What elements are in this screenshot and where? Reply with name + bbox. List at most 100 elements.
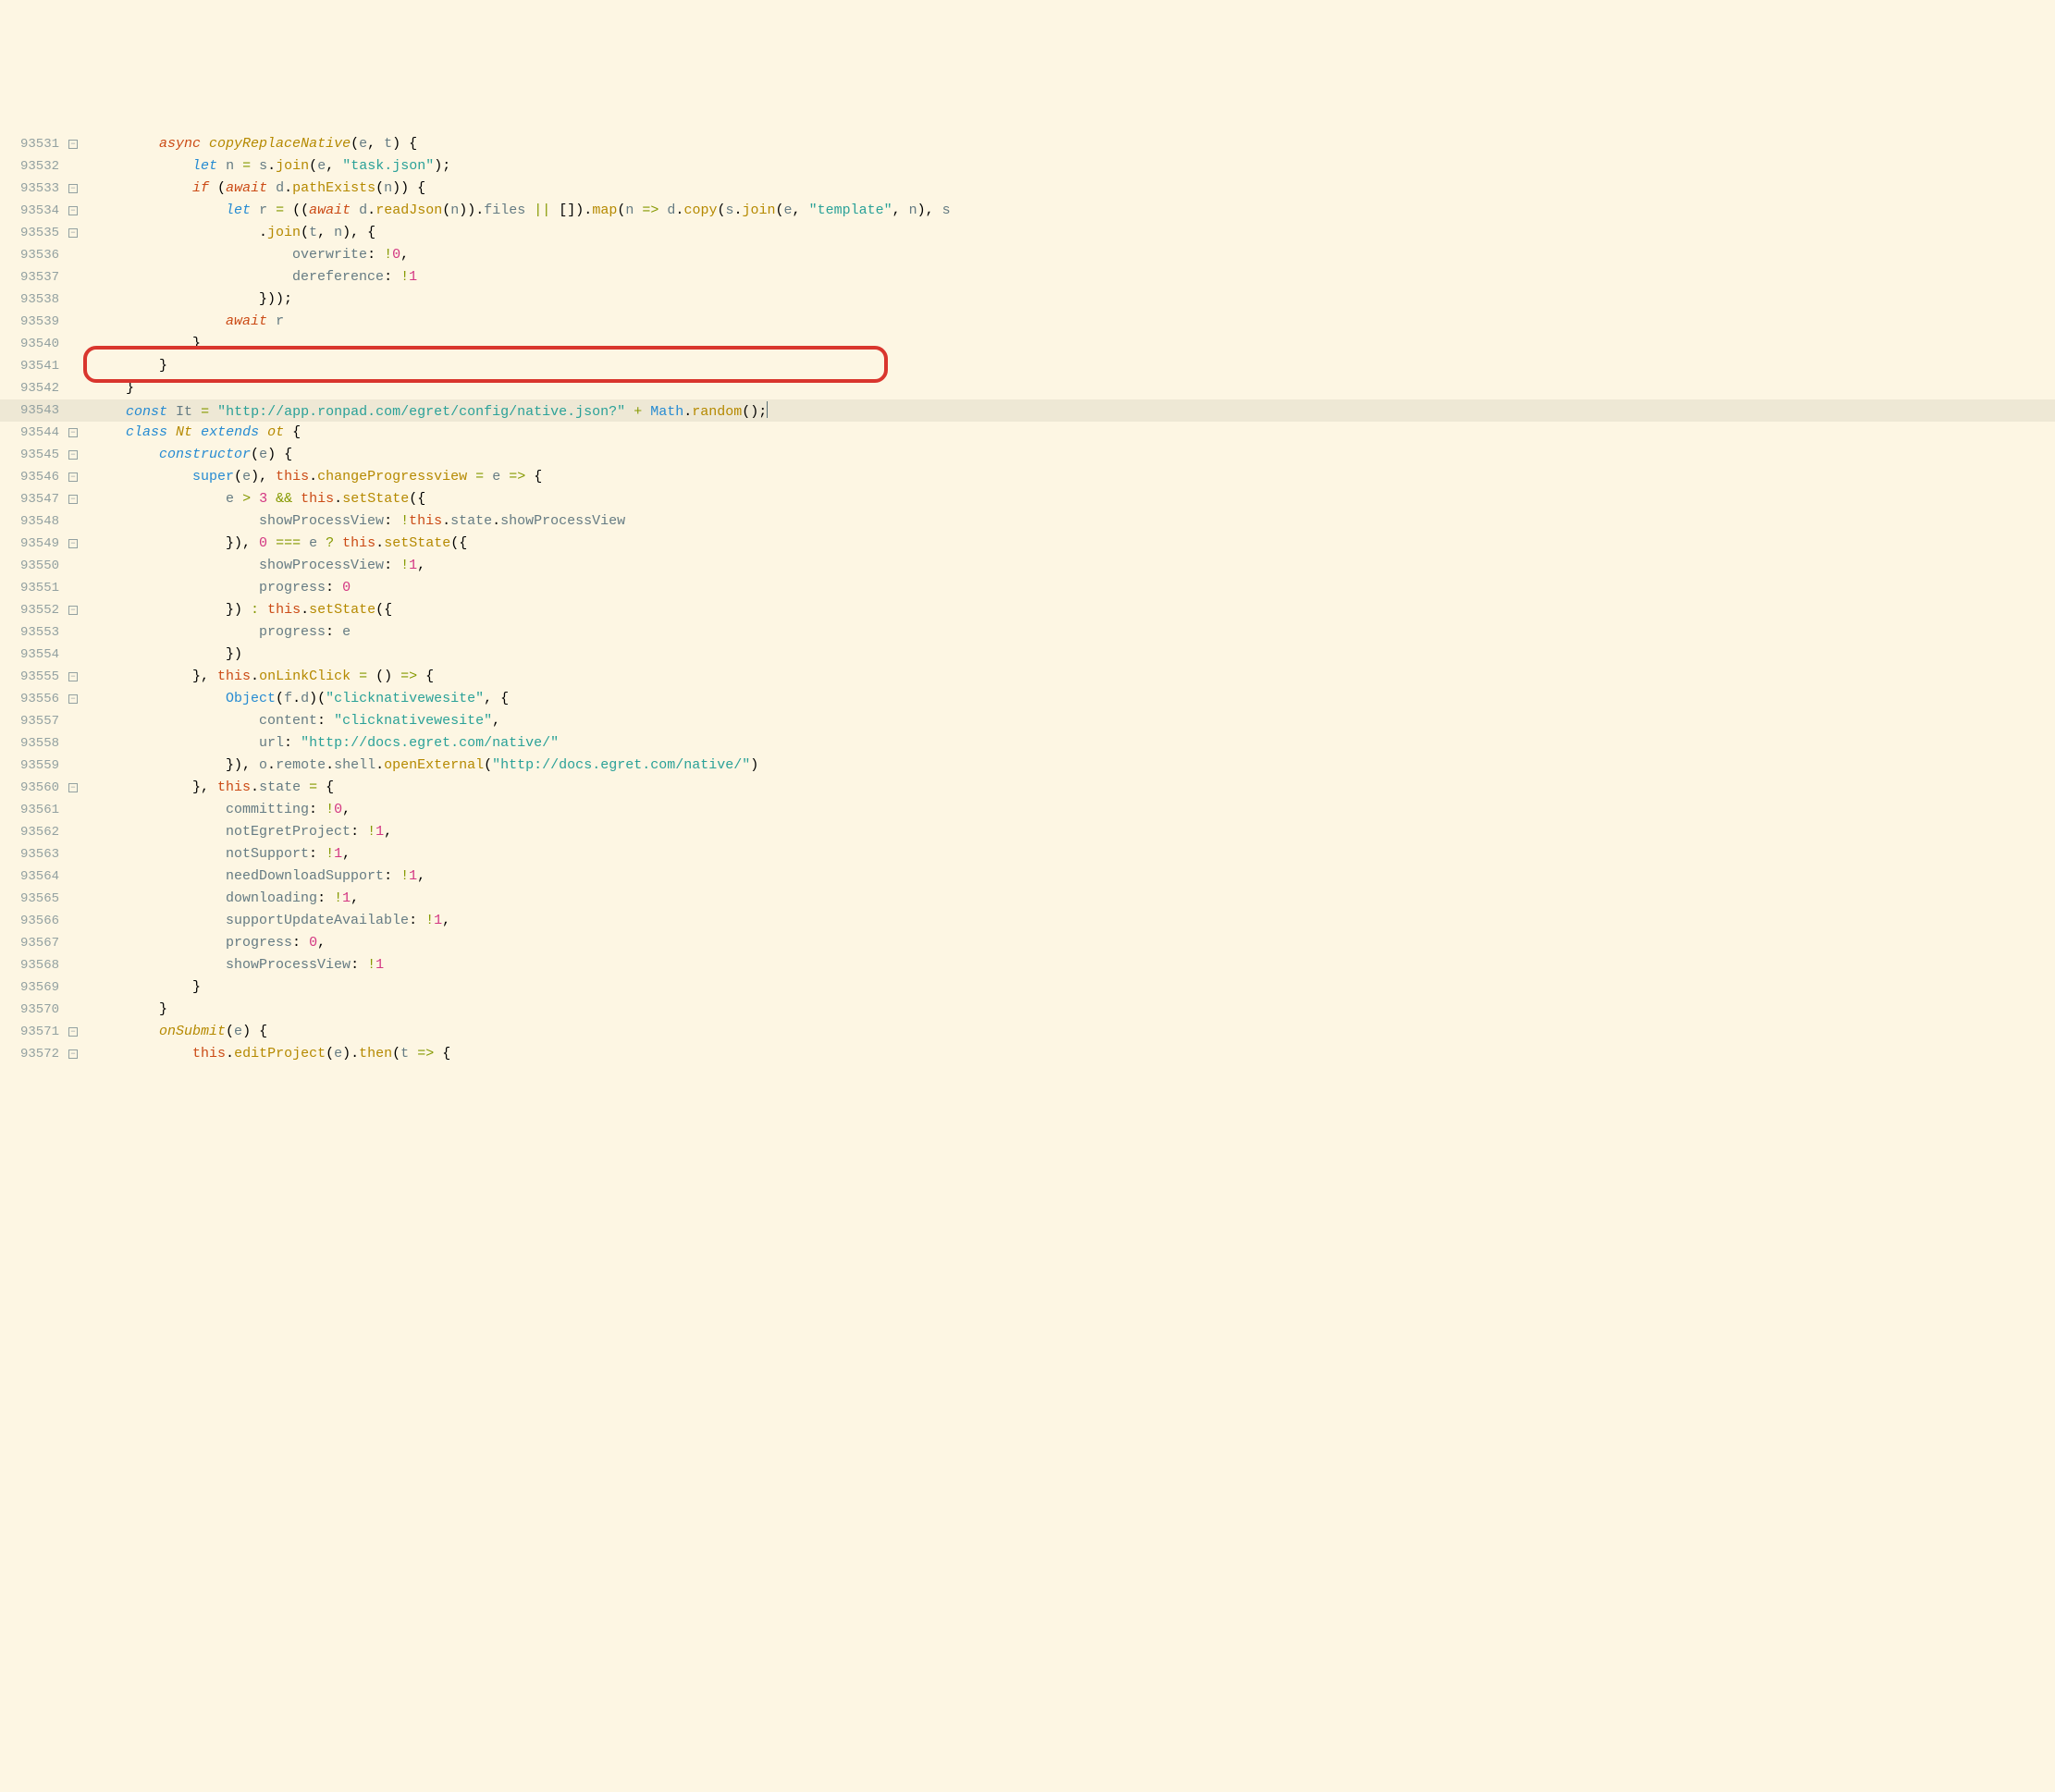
- code-content[interactable]: content: "clicknativewesite",: [92, 710, 2055, 732]
- code-content[interactable]: constructor(e) {: [92, 444, 2055, 466]
- code-content[interactable]: Object(f.d)("clicknativewesite", {: [92, 688, 2055, 710]
- code-content[interactable]: committing: !0,: [92, 799, 2055, 821]
- code-line[interactable]: 93569 }: [0, 976, 2055, 999]
- code-content[interactable]: progress: e: [92, 621, 2055, 644]
- code-content[interactable]: supportUpdateAvailable: !1,: [92, 910, 2055, 932]
- code-content[interactable]: showProcessView: !1,: [92, 555, 2055, 577]
- code-line[interactable]: 93566 supportUpdateAvailable: !1,: [0, 910, 2055, 932]
- code-line[interactable]: 93545− constructor(e) {: [0, 444, 2055, 466]
- code-content[interactable]: }: [92, 999, 2055, 1021]
- code-line[interactable]: 93563 notSupport: !1,: [0, 843, 2055, 865]
- fold-collapse-icon[interactable]: −: [68, 495, 78, 504]
- code-content[interactable]: let r = ((await d.readJson(n)).files || …: [92, 200, 2055, 222]
- code-content[interactable]: needDownloadSupport: !1,: [92, 865, 2055, 888]
- fold-collapse-icon[interactable]: −: [68, 783, 78, 792]
- code-line[interactable]: 93546− super(e), this.changeProgressview…: [0, 466, 2055, 488]
- code-line[interactable]: 93540 }: [0, 333, 2055, 355]
- fold-gutter[interactable]: −: [65, 783, 81, 792]
- fold-gutter[interactable]: −: [65, 184, 81, 193]
- code-line[interactable]: 93557 content: "clicknativewesite",: [0, 710, 2055, 732]
- fold-gutter[interactable]: −: [65, 606, 81, 615]
- fold-collapse-icon[interactable]: −: [68, 694, 78, 704]
- fold-gutter[interactable]: −: [65, 1049, 81, 1059]
- code-content[interactable]: }), o.remote.shell.openExternal("http://…: [92, 755, 2055, 777]
- code-content[interactable]: notEgretProject: !1,: [92, 821, 2055, 843]
- code-content[interactable]: }: [92, 333, 2055, 355]
- code-line[interactable]: 93551 progress: 0: [0, 577, 2055, 599]
- fold-collapse-icon[interactable]: −: [68, 1049, 78, 1059]
- code-content[interactable]: class Nt extends ot {: [92, 422, 2055, 444]
- fold-collapse-icon[interactable]: −: [68, 473, 78, 482]
- code-line[interactable]: 93570 }: [0, 999, 2055, 1021]
- code-content[interactable]: async copyReplaceNative(e, t) {: [92, 133, 2055, 155]
- code-line[interactable]: 93548 showProcessView: !this.state.showP…: [0, 510, 2055, 533]
- code-line[interactable]: 93535− .join(t, n), {: [0, 222, 2055, 244]
- code-line[interactable]: 93562 notEgretProject: !1,: [0, 821, 2055, 843]
- code-content[interactable]: let n = s.join(e, "task.json");: [92, 155, 2055, 178]
- fold-collapse-icon[interactable]: −: [68, 184, 78, 193]
- fold-gutter[interactable]: −: [65, 473, 81, 482]
- code-line[interactable]: 93564 needDownloadSupport: !1,: [0, 865, 2055, 888]
- fold-collapse-icon[interactable]: −: [68, 450, 78, 460]
- fold-collapse-icon[interactable]: −: [68, 672, 78, 681]
- code-content[interactable]: downloading: !1,: [92, 888, 2055, 910]
- code-content[interactable]: this.editProject(e).then(t => {: [92, 1043, 2055, 1065]
- fold-collapse-icon[interactable]: −: [68, 539, 78, 548]
- fold-gutter[interactable]: −: [65, 428, 81, 437]
- code-line[interactable]: 93544− class Nt extends ot {: [0, 422, 2055, 444]
- code-line[interactable]: 93537 dereference: !1: [0, 266, 2055, 288]
- code-line[interactable]: 93534− let r = ((await d.readJson(n)).fi…: [0, 200, 2055, 222]
- code-content[interactable]: }));: [92, 288, 2055, 311]
- fold-gutter[interactable]: −: [65, 539, 81, 548]
- code-line[interactable]: 93553 progress: e: [0, 621, 2055, 644]
- code-content[interactable]: overwrite: !0,: [92, 244, 2055, 266]
- fold-gutter[interactable]: −: [65, 228, 81, 238]
- code-content[interactable]: if (await d.pathExists(n)) {: [92, 178, 2055, 200]
- code-content[interactable]: .join(t, n), {: [92, 222, 2055, 244]
- code-line[interactable]: 93552− }) : this.setState({: [0, 599, 2055, 621]
- fold-gutter[interactable]: −: [65, 450, 81, 460]
- fold-collapse-icon[interactable]: −: [68, 1027, 78, 1037]
- code-content[interactable]: url: "http://docs.egret.com/native/": [92, 732, 2055, 755]
- code-line[interactable]: 93542 }: [0, 377, 2055, 399]
- code-line[interactable]: 93541 }: [0, 355, 2055, 377]
- fold-collapse-icon[interactable]: −: [68, 140, 78, 149]
- code-content[interactable]: }: [92, 355, 2055, 377]
- code-line[interactable]: 93555− }, this.onLinkClick = () => {: [0, 666, 2055, 688]
- code-editor[interactable]: 93531− async copyReplaceNative(e, t) { 93…: [0, 89, 2055, 1110]
- fold-collapse-icon[interactable]: −: [68, 428, 78, 437]
- code-content[interactable]: }), 0 === e ? this.setState({: [92, 533, 2055, 555]
- code-content[interactable]: onSubmit(e) {: [92, 1021, 2055, 1043]
- code-line[interactable]: 93547− e > 3 && this.setState({: [0, 488, 2055, 510]
- code-line[interactable]: 93536 overwrite: !0,: [0, 244, 2055, 266]
- code-content[interactable]: progress: 0,: [92, 932, 2055, 954]
- code-content[interactable]: showProcessView: !this.state.showProcess…: [92, 510, 2055, 533]
- code-line[interactable]: 93561 committing: !0,: [0, 799, 2055, 821]
- code-line[interactable]: 93531− async copyReplaceNative(e, t) {: [0, 133, 2055, 155]
- fold-collapse-icon[interactable]: −: [68, 228, 78, 238]
- code-line[interactable]: 93559 }), o.remote.shell.openExternal("h…: [0, 755, 2055, 777]
- code-content[interactable]: dereference: !1: [92, 266, 2055, 288]
- code-line[interactable]: 93550 showProcessView: !1,: [0, 555, 2055, 577]
- code-line[interactable]: 93565 downloading: !1,: [0, 888, 2055, 910]
- code-content[interactable]: progress: 0: [92, 577, 2055, 599]
- code-line[interactable]: 93571− onSubmit(e) {: [0, 1021, 2055, 1043]
- code-line[interactable]: 93549− }), 0 === e ? this.setState({: [0, 533, 2055, 555]
- fold-gutter[interactable]: −: [65, 140, 81, 149]
- code-line[interactable]: 93533− if (await d.pathExists(n)) {: [0, 178, 2055, 200]
- code-line[interactable]: 93560− }, this.state = {: [0, 777, 2055, 799]
- code-content[interactable]: }, this.onLinkClick = () => {: [92, 666, 2055, 688]
- code-line[interactable]: 93543 const It = "http://app.ronpad.com/…: [0, 399, 2055, 422]
- code-content[interactable]: }) : this.setState({: [92, 599, 2055, 621]
- fold-gutter[interactable]: −: [65, 495, 81, 504]
- code-line[interactable]: 93558 url: "http://docs.egret.com/native…: [0, 732, 2055, 755]
- code-line[interactable]: 93556− Object(f.d)("clicknativewesite", …: [0, 688, 2055, 710]
- code-line[interactable]: 93568 showProcessView: !1: [0, 954, 2055, 976]
- fold-gutter[interactable]: −: [65, 1027, 81, 1037]
- code-line[interactable]: 93538 }));: [0, 288, 2055, 311]
- fold-collapse-icon[interactable]: −: [68, 206, 78, 215]
- code-content[interactable]: await r: [92, 311, 2055, 333]
- code-line[interactable]: 93554 }): [0, 644, 2055, 666]
- code-line[interactable]: 93567 progress: 0,: [0, 932, 2055, 954]
- fold-gutter[interactable]: −: [65, 206, 81, 215]
